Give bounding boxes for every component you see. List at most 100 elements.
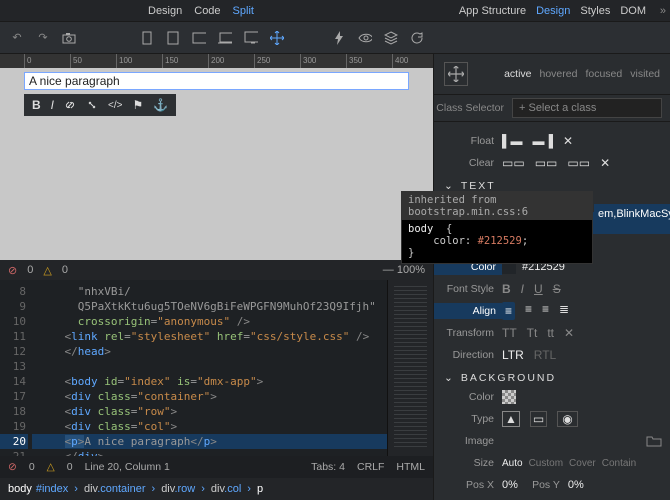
transform-cap-icon[interactable]: Tt: [527, 326, 538, 340]
dom-breadcrumb[interactable]: body#index › div.container › div.row › d…: [0, 478, 433, 500]
camera-icon[interactable]: [62, 31, 76, 45]
clear-left-icon[interactable]: ▭▭: [502, 156, 525, 170]
italic-icon[interactable]: I: [51, 98, 54, 112]
transform-label: Transform: [434, 327, 502, 339]
code-icon[interactable]: </>: [108, 100, 122, 111]
bg-size-label: Size: [434, 457, 502, 469]
crumb-p[interactable]: p: [257, 483, 263, 495]
bg-size-auto[interactable]: Auto: [502, 458, 523, 469]
anchor-icon[interactable]: ⚓: [153, 98, 168, 112]
error-count: 0: [27, 264, 33, 276]
bg-type-image-icon[interactable]: ▲: [502, 411, 520, 427]
design-preview[interactable]: A nice paragraph B I </> ⚑ ⚓: [0, 68, 433, 260]
language-mode[interactable]: HTML: [396, 461, 425, 473]
status-warning-count: 0: [67, 461, 73, 473]
link-icon[interactable]: [64, 99, 76, 111]
direction-ltr[interactable]: LTR: [502, 348, 524, 362]
fontstyle-bold-icon[interactable]: B: [502, 282, 511, 296]
eol-setting[interactable]: CRLF: [357, 461, 384, 473]
fontfamily-overflow[interactable]: em,BlinkMacSystemFor: [594, 204, 670, 224]
mode-tab-code[interactable]: Code: [194, 5, 220, 17]
viewport-desktop-icon[interactable]: [244, 31, 258, 45]
direction-rtl[interactable]: RTL: [534, 348, 556, 362]
refresh-icon[interactable]: [410, 31, 424, 45]
state-hovered[interactable]: hovered: [540, 68, 578, 80]
bg-size-contain[interactable]: Contain: [602, 458, 636, 469]
tooltip-header: inherited from bootstrap.min.css:6: [402, 192, 592, 220]
transform-upper-icon[interactable]: TT: [502, 326, 517, 340]
align-left-icon[interactable]: ≡: [502, 302, 515, 320]
clear-right-icon[interactable]: ▭▭: [535, 156, 558, 170]
mode-tab-design[interactable]: Design: [148, 5, 182, 17]
panel-tab-app-structure[interactable]: App Structure: [459, 5, 526, 17]
overflow-chevrons-icon[interactable]: »: [660, 0, 666, 22]
transform-lower-icon[interactable]: tt: [547, 326, 554, 340]
unlink-icon[interactable]: [86, 99, 98, 111]
fontstyle-strike-icon[interactable]: S: [553, 282, 561, 296]
clear-label: Clear: [434, 157, 502, 169]
bg-size-custom[interactable]: Custom: [529, 458, 563, 469]
move-handle-icon[interactable]: [444, 62, 468, 86]
inline-format-toolbar: B I </> ⚑ ⚓: [24, 94, 176, 116]
viewport-tablet-icon[interactable]: [166, 31, 180, 45]
bg-type-radial-icon[interactable]: ◉: [557, 411, 577, 427]
panel-tab-design[interactable]: Design: [536, 5, 570, 17]
bg-posx-value[interactable]: 0%: [502, 479, 518, 491]
crumb-body-id: #index: [36, 483, 68, 495]
bg-type-gradient-icon[interactable]: ▭: [530, 411, 547, 427]
fontstyle-label: Font Style: [434, 283, 502, 295]
section-background[interactable]: BACKGROUND: [434, 366, 670, 386]
clear-none-icon[interactable]: ✕: [600, 156, 610, 170]
code-content[interactable]: "nhxVBi/ Q5PaXtkKtu6ug5TOeNV6gBiFeWPGFN9…: [32, 280, 387, 456]
editor-status-bar: ⊘ 0 △ 0 Line 20, Column 1 Tabs: 4 CRLF H…: [0, 456, 433, 478]
move-tool-icon[interactable]: [270, 31, 284, 45]
float-right-icon[interactable]: ▬▐: [533, 134, 554, 148]
crumb-body[interactable]: body: [8, 483, 32, 495]
state-active[interactable]: active: [504, 68, 531, 80]
panel-tab-styles[interactable]: Styles: [580, 5, 610, 17]
status-error-count: 0: [29, 461, 35, 473]
undo-icon[interactable]: ↶: [10, 31, 24, 45]
selected-paragraph[interactable]: A nice paragraph: [24, 72, 409, 90]
float-left-icon[interactable]: ▌▬: [502, 134, 523, 148]
layers-icon[interactable]: [384, 31, 398, 45]
fontstyle-italic-icon[interactable]: I: [521, 282, 524, 296]
panel-tab-dom[interactable]: DOM: [620, 5, 646, 17]
section-text[interactable]: TEXT: [434, 174, 670, 194]
bolt-icon[interactable]: [332, 31, 346, 45]
clear-both-icon[interactable]: ▭▭: [567, 156, 590, 170]
status-error-icon: ⊘: [8, 461, 17, 473]
bg-color-swatch[interactable]: [502, 390, 516, 404]
minimap[interactable]: [387, 280, 433, 456]
align-right-icon[interactable]: ≡: [542, 302, 549, 320]
float-label: Float: [434, 135, 502, 147]
align-label: Align: [434, 303, 502, 319]
bg-posy-value[interactable]: 0%: [568, 479, 584, 491]
fontstyle-underline-icon[interactable]: U: [534, 282, 543, 296]
indent-setting[interactable]: Tabs: 4: [311, 461, 345, 473]
crumb-col[interactable]: div.col: [211, 483, 241, 495]
direction-label: Direction: [434, 349, 502, 361]
crumb-row[interactable]: div.row: [161, 483, 195, 495]
redo-icon[interactable]: ↷: [36, 31, 50, 45]
bg-size-cover[interactable]: Cover: [569, 458, 596, 469]
eye-icon[interactable]: [358, 31, 372, 45]
bg-posx-label: Pos X: [434, 479, 502, 491]
viewport-phone-icon[interactable]: [140, 31, 154, 45]
transform-none-icon[interactable]: ✕: [564, 326, 574, 340]
folder-icon[interactable]: [646, 435, 662, 447]
class-selector-input[interactable]: + Select a class: [512, 98, 662, 118]
viewport-tablet-landscape-icon[interactable]: [192, 31, 206, 45]
align-center-icon[interactable]: ≡: [525, 302, 532, 320]
mode-tab-split[interactable]: Split: [233, 5, 254, 17]
viewport-laptop-icon[interactable]: [218, 31, 232, 45]
state-visited[interactable]: visited: [630, 68, 660, 80]
flag-icon[interactable]: ⚑: [132, 98, 143, 112]
crumb-container[interactable]: div.container: [84, 483, 146, 495]
align-justify-icon[interactable]: ≣: [559, 302, 569, 320]
zoom-level[interactable]: — 100%: [383, 264, 425, 276]
bold-icon[interactable]: B: [32, 98, 41, 112]
state-focused[interactable]: focused: [585, 68, 622, 80]
float-none-icon[interactable]: ✕: [563, 134, 573, 148]
code-editor[interactable]: 89101112131417181920212223 "nhxVBi/ Q5Pa…: [0, 280, 433, 456]
